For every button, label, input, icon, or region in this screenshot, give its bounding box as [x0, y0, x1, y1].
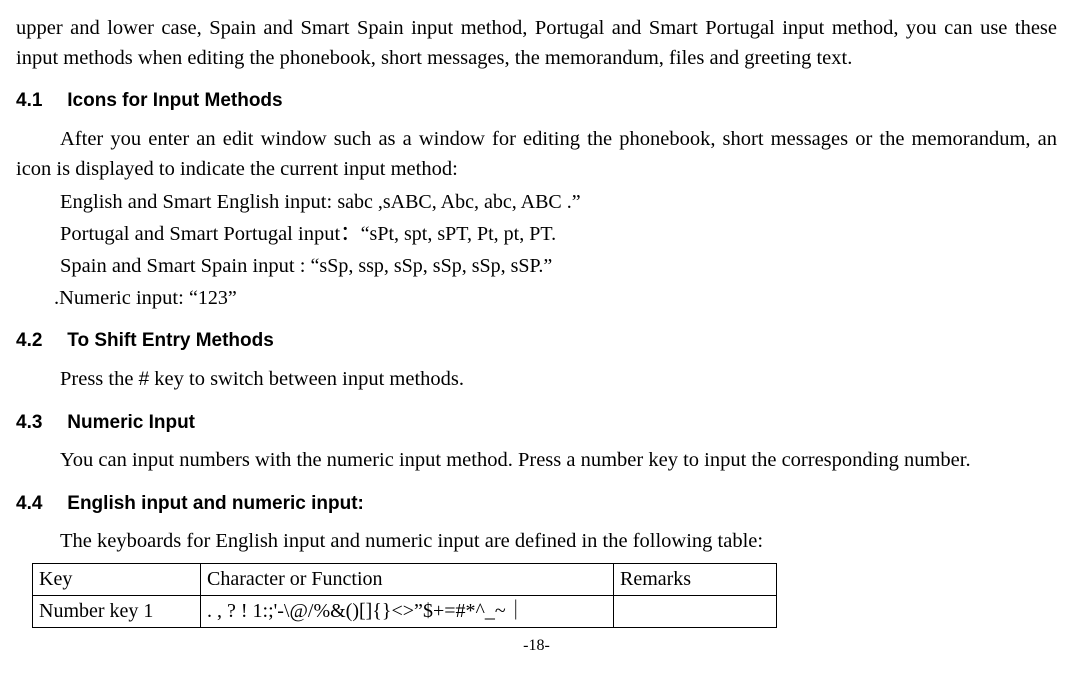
line-items: sabc ,sABC, Abc, abc, ABC .”: [337, 191, 580, 213]
heading-number: 4.1: [16, 87, 62, 115]
input-line-spain: Spain and Smart Spain input : “sSp, ssp,…: [16, 252, 1057, 282]
line-prefix: Spain and Smart Spain input :: [60, 255, 311, 277]
table-header-cell: Character or Function: [201, 564, 614, 596]
heading-number: 4.2: [16, 327, 62, 355]
heading-4-1: 4.1 Icons for Input Methods: [16, 87, 1057, 115]
heading-title: Icons for Input Methods: [67, 90, 282, 111]
heading-number: 4.3: [16, 409, 62, 437]
table-header-cell: Key: [33, 564, 201, 596]
heading-4-4: 4.4 English input and numeric input:: [16, 490, 1057, 518]
table-row: Number key 1 . , ? ! 1:;'-\@/%&()[]{}<>”…: [33, 596, 777, 628]
input-line-english: English and Smart English input: sabc ,s…: [16, 188, 1057, 218]
table-cell: [614, 596, 777, 628]
input-line-portugal: Portugal and Smart Portugal input：“sPt, …: [16, 220, 1057, 250]
heading-number: 4.4: [16, 490, 62, 518]
intro-paragraph: upper and lower case, Spain and Smart Sp…: [16, 14, 1057, 73]
input-line-numeric: .Numeric input: “123”: [16, 284, 1057, 314]
text-post: key to switch between input methods.: [149, 368, 464, 390]
table-row: Key Character or Function Remarks: [33, 564, 777, 596]
heading-title: English input and numeric input:: [67, 493, 364, 514]
line-prefix: English and Smart English input:: [60, 191, 337, 213]
section-4-3-paragraph: You can input numbers with the numeric i…: [16, 446, 1057, 476]
section-4-1-paragraph: After you enter an edit window such as a…: [16, 125, 1057, 184]
line-prefix: Portugal and Smart Portugal input：: [60, 223, 361, 245]
table-cell: Number key 1: [33, 596, 201, 628]
section-4-2-paragraph: Press the # key to switch between input …: [16, 365, 1057, 395]
line-items: “sPt, spt, sPT, Pt, pt, PT.: [361, 223, 556, 245]
line-items: “sSp, ssp, sSp, sSp, sSp, sSP.”: [311, 255, 553, 277]
line-items: “123”: [189, 287, 237, 309]
key-table: Key Character or Function Remarks Number…: [32, 563, 777, 628]
table-header-cell: Remarks: [614, 564, 777, 596]
heading-4-3: 4.3 Numeric Input: [16, 409, 1057, 437]
heading-title: To Shift Entry Methods: [67, 330, 274, 351]
section-4-4-paragraph: The keyboards for English input and nume…: [16, 527, 1057, 557]
page-number: -18-: [16, 634, 1057, 657]
table-cell: . , ? ! 1:;'-\@/%&()[]{}<>”$+=#*^_~｜: [201, 596, 614, 628]
heading-title: Numeric Input: [67, 412, 195, 433]
line-prefix: .Numeric input:: [54, 287, 189, 309]
text-pre: Press the: [60, 368, 139, 390]
heading-4-2: 4.2 To Shift Entry Methods: [16, 327, 1057, 355]
hash-key-char: #: [139, 369, 150, 390]
